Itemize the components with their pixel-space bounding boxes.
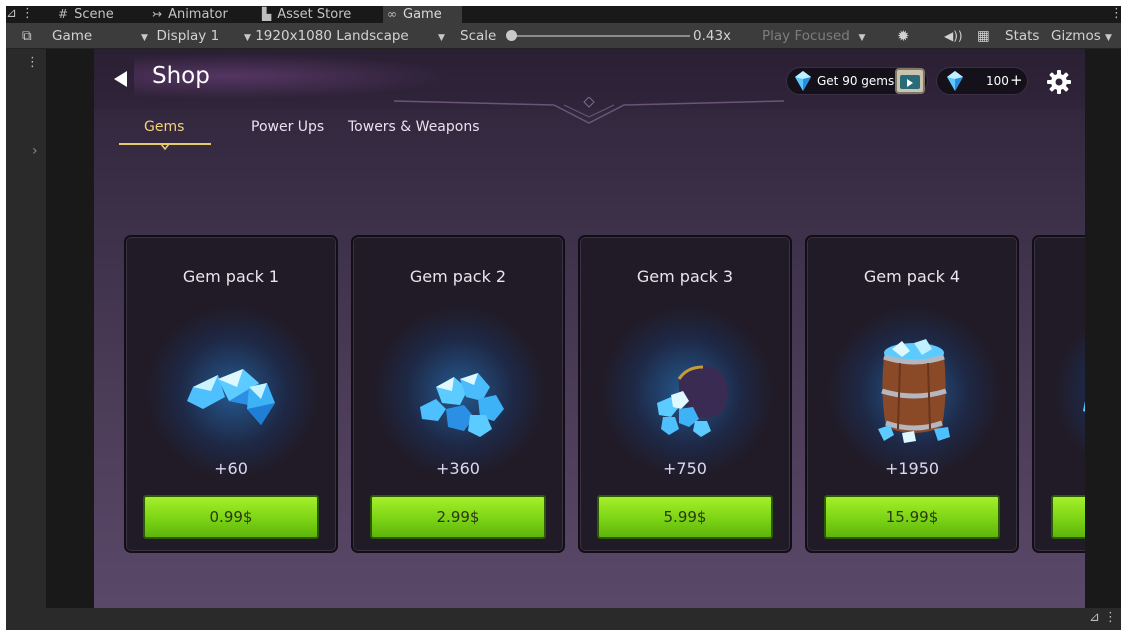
card-title: Gem pack 2 [409, 267, 507, 286]
view-mode-value: Game [52, 28, 93, 44]
get-free-gems-button[interactable]: Get 90 gems [786, 67, 928, 95]
unity-editor: ⊿ ⋮ # Scene ↣ Animator ▙ Asset Store ∞ Game … [6, 6, 1121, 630]
stats-button[interactable]: Stats [1005, 27, 1039, 45]
game-view: Shop Get 90 gems 100 + Gems Power Ups To… [94, 49, 1085, 608]
mute-audio-icon[interactable]: ◀)) [944, 27, 963, 45]
tab-animator[interactable]: ↣ Animator [152, 6, 228, 23]
back-arrow-icon[interactable] [114, 71, 127, 87]
plus-icon[interactable]: + [1010, 71, 1023, 89]
page-title: Shop [152, 63, 210, 89]
card-title: Gem pack 1 [182, 267, 280, 286]
tab-scene-label: Scene [74, 7, 114, 22]
chevron-right-icon[interactable]: › [32, 143, 38, 159]
tab-towers-weapons[interactable]: Towers & Weapons [348, 119, 480, 135]
play-focused-label: Play Focused [762, 28, 850, 44]
gem-pack-card[interactable]: Gem pack 3 +750 5.99$ [578, 235, 792, 553]
tab-animator-label: Animator [168, 7, 228, 22]
buy-button[interactable]: 15.99$ [824, 495, 1000, 539]
watch-ad-tv-icon [895, 68, 925, 94]
chevron-down-icon: ▼ [438, 33, 445, 43]
scale-slider-track[interactable] [510, 35, 690, 37]
game-icon: ∞ [387, 7, 397, 21]
settings-gear-icon[interactable] [1046, 69, 1072, 95]
gem-barrel-icon [878, 339, 950, 443]
scale-caret[interactable]: ▼ [438, 27, 445, 45]
panel-menu-icon[interactable]: ⊿ ⋮ [6, 6, 34, 21]
play-focused-dropdown[interactable]: Play Focused ▼ [762, 27, 865, 45]
left-dock-strip: ⋮ › [6, 49, 46, 608]
lock-icon[interactable]: ⊿ ⋮ [1089, 610, 1117, 625]
chevron-down-icon: ▼ [244, 33, 251, 43]
letterbox-right [1085, 49, 1121, 608]
gem-pack-card[interactable]: Gem pack 4 +1950 15.99$ [805, 235, 1019, 553]
gem-balance-value: 100 [986, 74, 1009, 88]
scale-label: Scale [460, 28, 497, 44]
editor-bottom-bar: ⊿ ⋮ [6, 608, 1121, 630]
gem-cluster-icon [187, 369, 275, 425]
tab-gems[interactable]: Gems [144, 119, 184, 135]
tab-game[interactable]: ∞ Game [383, 6, 462, 23]
category-tabs: Gems Power Ups Towers & Weapons [94, 115, 1085, 155]
animator-icon: ↣ [152, 7, 163, 21]
stats-label: Stats [1005, 28, 1040, 44]
gem-pack-card[interactable]: Gem pack 1 +60 0.99$ [124, 235, 338, 553]
scene-icon: # [58, 7, 69, 21]
scale-slider-handle[interactable] [506, 30, 517, 41]
resolution-value: 1920x1080 Landscape [255, 28, 409, 44]
gem-pack-card[interactable]: Gem pack 2 +360 2.99$ [351, 235, 565, 553]
more-options-icon[interactable]: ⋮ [1110, 6, 1121, 21]
resolution-dropdown[interactable]: ▼ 1920x1080 Landscape [244, 27, 409, 45]
chevron-down-icon: ▼ [1105, 33, 1112, 43]
active-tab-chevron-icon [160, 143, 170, 151]
gem-amount: +1950 [884, 459, 940, 478]
buy-button[interactable] [1051, 495, 1085, 539]
card-title: Gem pack 4 [863, 267, 961, 286]
tab-power-ups[interactable]: Power Ups [251, 119, 324, 135]
tab-asset-store-label: Asset Store [277, 7, 352, 22]
asset-store-icon: ▙ [262, 7, 272, 21]
bug-icon[interactable]: ✹ [897, 27, 910, 45]
gem-amount: +360 [436, 459, 480, 478]
tab-asset-store[interactable]: ▙ Asset Store [262, 6, 351, 23]
letterbox-left [46, 49, 94, 608]
gem-pack-card-partial[interactable] [1032, 235, 1085, 553]
keyboard-icon[interactable]: ▦ [977, 27, 990, 45]
gizmos-button[interactable]: Gizmos ▼ [1051, 27, 1112, 45]
gizmos-label: Gizmos [1051, 28, 1101, 44]
gem-amount: +60 [214, 459, 248, 478]
gem-balance-pill[interactable]: 100 + [936, 67, 1028, 95]
view-mode-dropdown[interactable]: Game [52, 27, 92, 45]
display-dropdown[interactable]: ▼ Display 1 [141, 27, 219, 45]
buy-button[interactable]: 2.99$ [370, 495, 546, 539]
gem-icon [1083, 401, 1085, 412]
game-view-toolbar: ⧉ Game ▼ Display 1 ▼ 1920x1080 Landscape… [6, 23, 1121, 49]
buy-button[interactable]: 5.99$ [597, 495, 773, 539]
gem-pile-icon [420, 373, 504, 437]
tab-scene[interactable]: # Scene [58, 6, 114, 23]
gem-amount: +750 [663, 459, 707, 478]
chevron-down-icon: ▼ [141, 33, 148, 43]
maximize-icon[interactable]: ⧉ [22, 27, 32, 45]
buy-button[interactable]: 0.99$ [143, 495, 319, 539]
editor-tab-bar: ⊿ ⋮ # Scene ↣ Animator ▙ Asset Store ∞ Game … [6, 6, 1121, 23]
gem-sack-icon [657, 365, 728, 437]
chevron-down-icon: ▼ [858, 33, 866, 43]
more-options-icon[interactable]: ⋮ [26, 55, 39, 70]
tab-game-label: Game [403, 7, 442, 22]
scale-value: 0.43x [693, 28, 732, 44]
card-title: Gem pack 3 [636, 267, 734, 286]
gem-icon [947, 71, 963, 91]
display-value: Display 1 [156, 28, 220, 44]
gem-icon [795, 71, 811, 91]
get-gems-label: Get 90 gems [817, 74, 895, 88]
